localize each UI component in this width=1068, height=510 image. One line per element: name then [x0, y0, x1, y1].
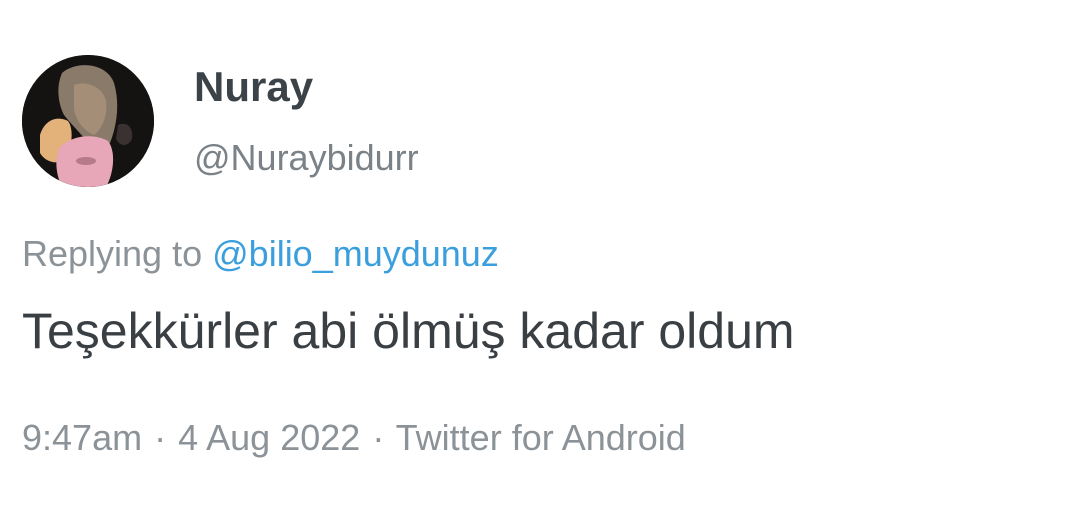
reply-mention-link[interactable]: @bilio_muydunuz	[212, 233, 499, 274]
tweet-text: Teşekkürler abi ölmüş kadar oldum	[22, 303, 795, 359]
tweet-card: Nuray @Nuraybidurr Replying to @bilio_mu…	[0, 0, 1068, 510]
avatar-photo	[22, 55, 154, 187]
separator: ·	[154, 417, 167, 458]
tweet-date[interactable]: 4 Aug 2022	[178, 417, 360, 458]
user-handle[interactable]: @Nuraybidurr	[194, 140, 419, 176]
display-name[interactable]: Nuray	[194, 66, 313, 108]
separator: ·	[372, 417, 385, 458]
tweet-time[interactable]: 9:47am	[22, 417, 142, 458]
tweet-metadata: 9:47am · 4 Aug 2022 · Twitter for Androi…	[22, 420, 686, 456]
tweet-source[interactable]: Twitter for Android	[396, 417, 686, 458]
avatar[interactable]	[22, 55, 154, 187]
reply-prefix: Replying to	[22, 233, 203, 274]
reply-context: Replying to @bilio_muydunuz	[22, 236, 499, 272]
